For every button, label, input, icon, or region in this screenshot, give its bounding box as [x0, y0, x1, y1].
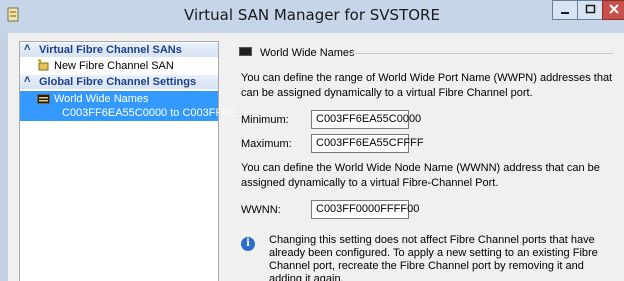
window-title: Virtual SAN Manager for SVSTORE	[184, 6, 440, 24]
tree-section-label: Global Fibre Channel Settings	[39, 76, 197, 88]
tree-section-global-fc-settings[interactable]: ˄ Global Fibre Channel Settings	[20, 74, 218, 89]
wwnn-description: You can define the World Wide Node Name …	[241, 162, 600, 189]
collapse-icon[interactable]: ˄	[24, 42, 30, 54]
maximize-icon	[585, 4, 596, 14]
tree-section-label: Virtual Fibre Channel SANs	[39, 44, 182, 56]
wwnn-input[interactable]: C003FF0000FFFF00	[311, 200, 419, 219]
maximize-button[interactable]	[577, 0, 603, 20]
info-note: Changing this setting does not affect Fi…	[269, 234, 598, 281]
title-bar: Virtual SAN Manager for SVSTORE	[0, 0, 624, 33]
tree-item-label: World Wide Names	[54, 93, 149, 105]
minimize-icon	[561, 12, 569, 14]
collapse-icon[interactable]: ˄	[24, 74, 30, 86]
wwn-section-icon	[239, 47, 252, 56]
navigation-tree[interactable]: ˄ Virtual Fibre Channel SANs New Fibre C…	[19, 41, 245, 281]
window-client-area: ˄ Virtual Fibre Channel SANs New Fibre C…	[8, 33, 624, 281]
wwnn-label: WWNN:	[241, 204, 281, 216]
close-icon	[609, 4, 619, 14]
new-san-icon	[37, 59, 49, 71]
info-icon: i	[241, 237, 255, 251]
tree-item-world-wide-names[interactable]: World Wide Names C003FF6EA55C0000 to C00…	[20, 91, 245, 121]
tree-item-subtitle: C003FF6EA55C0000 to C003FF6E...	[62, 107, 245, 119]
close-button[interactable]	[602, 0, 624, 20]
minimum-wwpn-input[interactable]: C003FF6EA55C0000	[311, 110, 421, 129]
wwpn-description: You can define the range of World Wide P…	[241, 72, 613, 99]
tree-item-label: New Fibre Channel SAN	[54, 60, 174, 72]
tree-section-virtual-fc-sans[interactable]: ˄ Virtual Fibre Channel SANs	[20, 42, 218, 57]
wwn-icon	[37, 94, 50, 105]
section-title: World Wide Names	[260, 47, 355, 59]
minimize-button[interactable]	[552, 0, 578, 20]
tree-item-new-fc-san[interactable]: New Fibre Channel SAN	[20, 58, 218, 74]
section-divider	[351, 53, 613, 54]
maximum-wwpn-input[interactable]: C003FF6EA55CFFFF	[311, 134, 424, 153]
details-pane: World Wide Names You can define the rang…	[227, 41, 622, 281]
minimum-label: Minimum:	[241, 114, 289, 126]
maximum-label: Maximum:	[241, 138, 292, 150]
